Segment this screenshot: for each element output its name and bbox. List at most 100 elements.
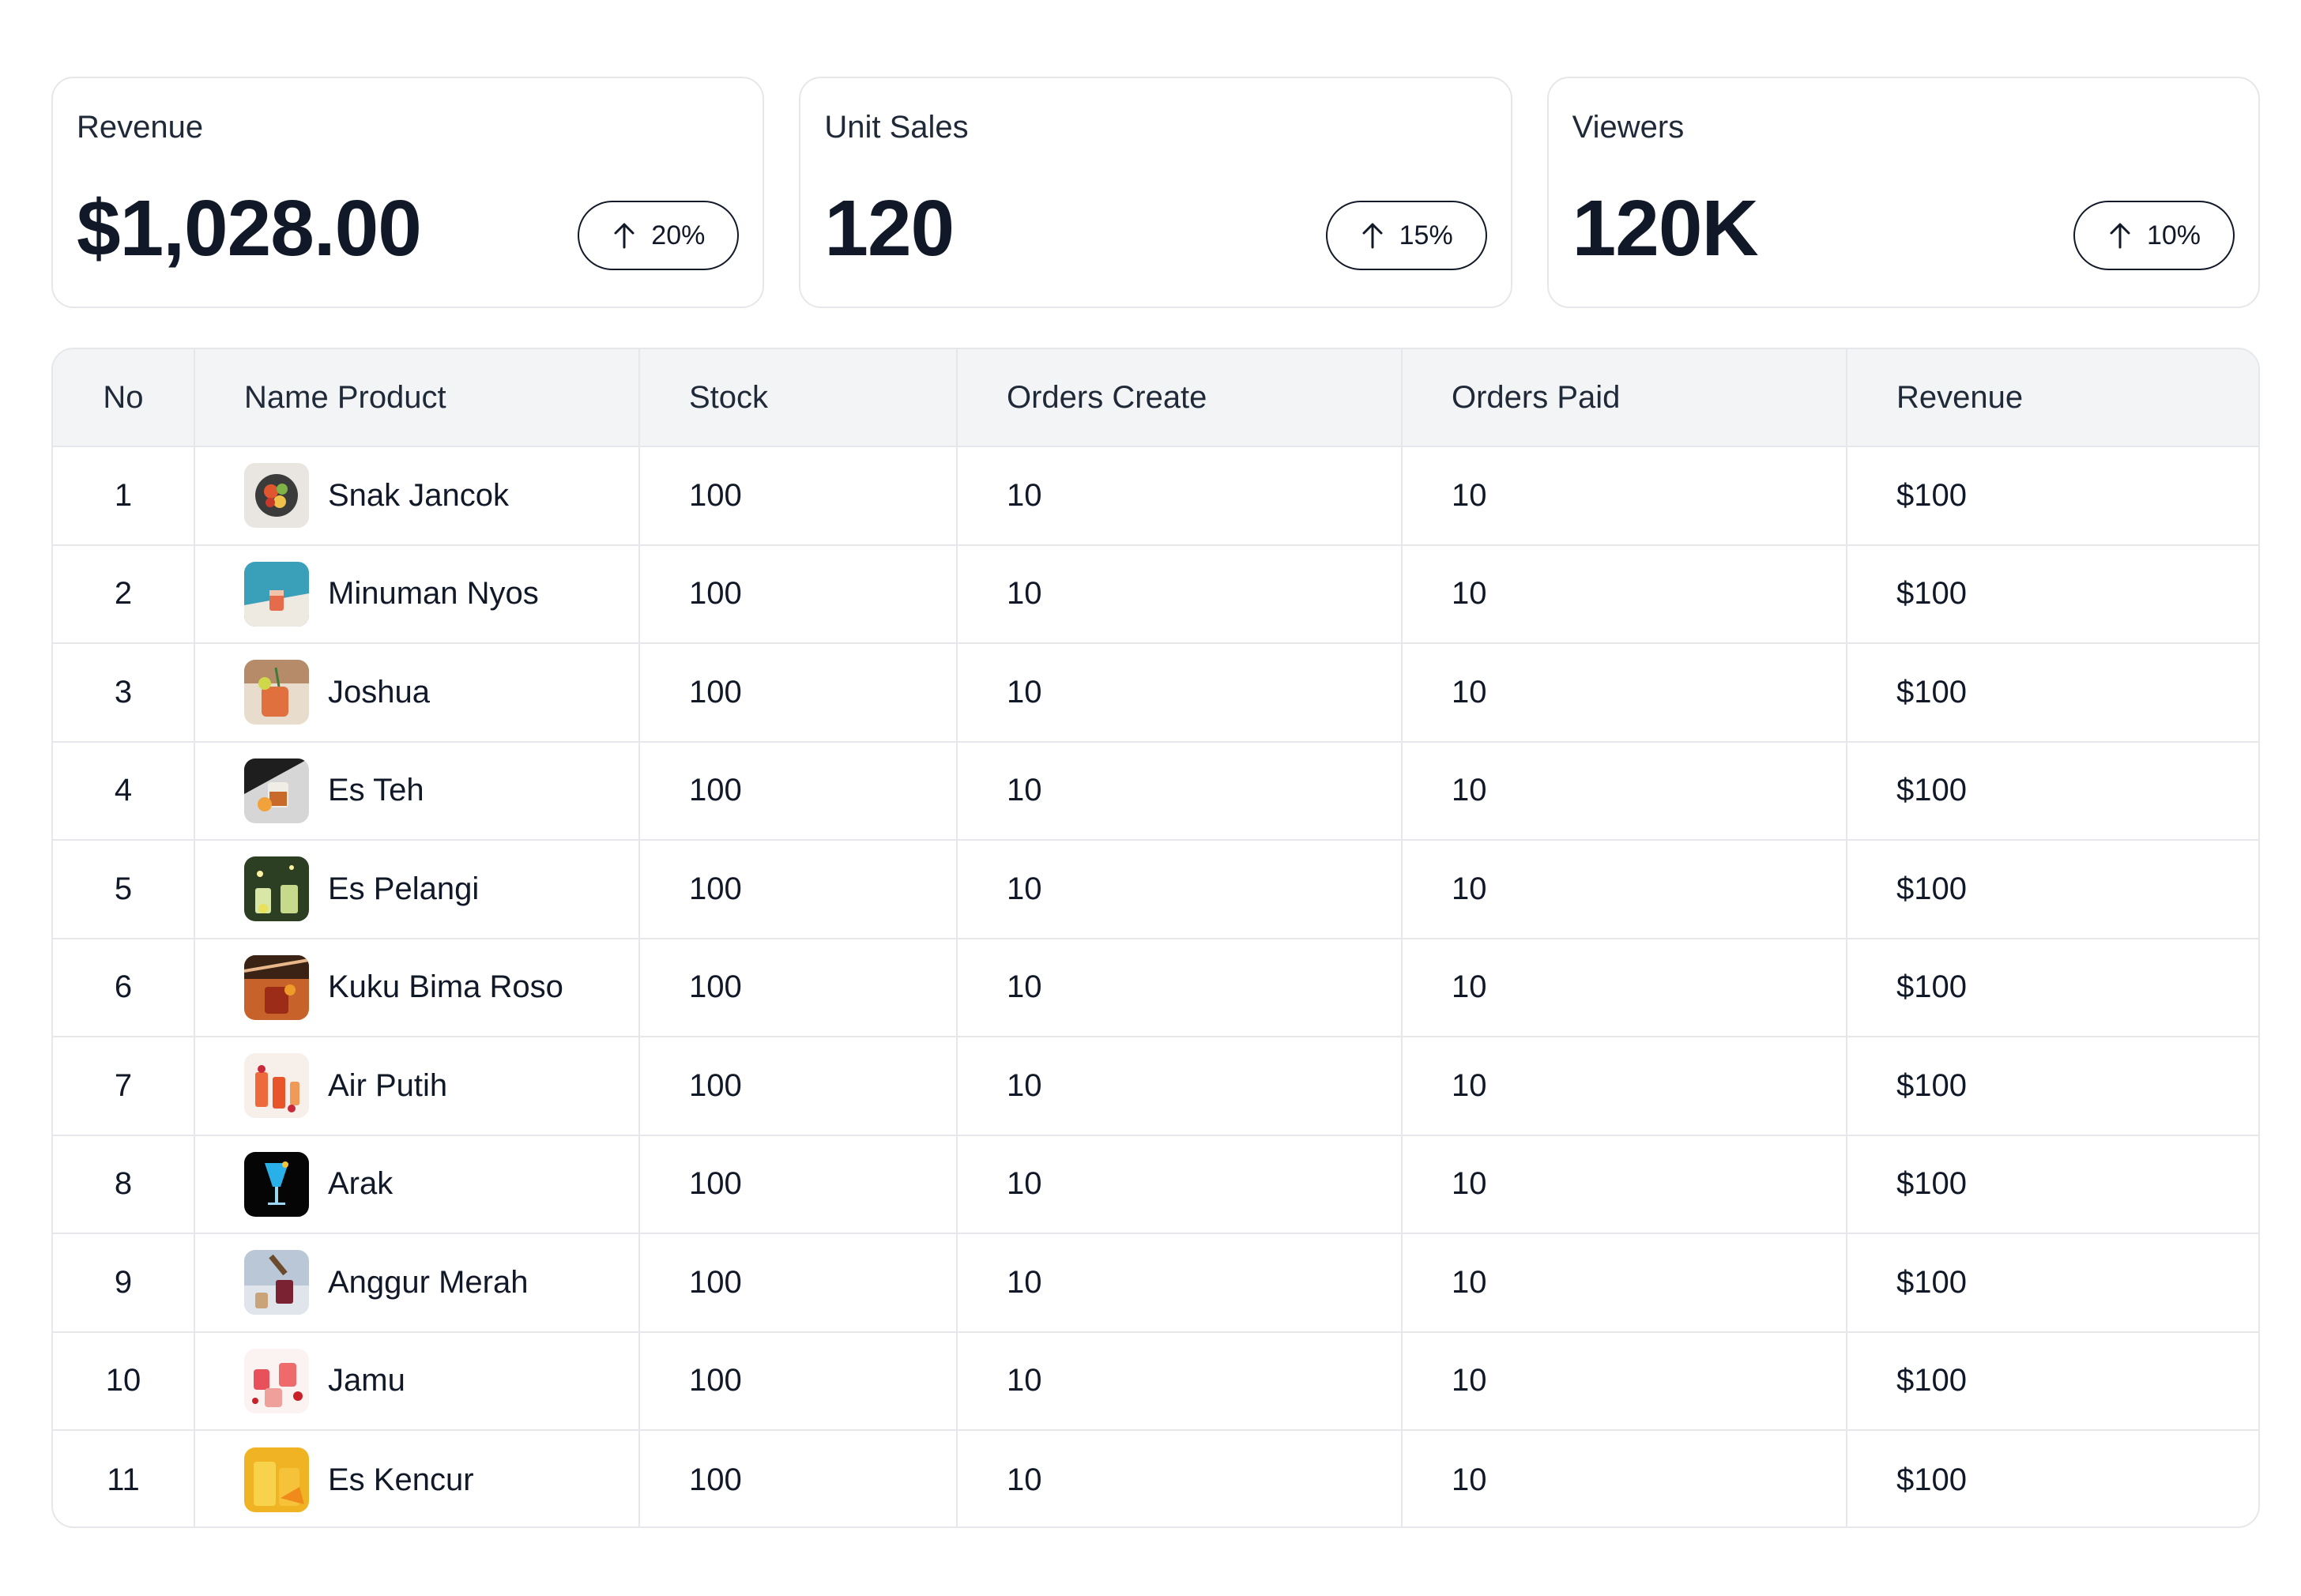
cell-no: 2 (53, 545, 195, 642)
stat-card-viewers: Viewers 120K 10% (1546, 77, 2260, 308)
table-row[interactable]: 1 Snak Jancok 100 10 10 $100 (53, 447, 2258, 546)
cell-orders-paid: 10 (1403, 742, 1847, 839)
product-thumbnail (244, 561, 309, 627)
cell-orders-paid: 10 (1403, 644, 1847, 741)
trend-badge: 20% (578, 201, 740, 270)
arrow-up-icon (1362, 223, 1383, 249)
cell-orders-create: 10 (958, 1234, 1403, 1331)
stat-value: 120K (1572, 184, 1759, 273)
table-row[interactable]: 5 Es Pelangi 100 10 10 $100 (53, 841, 2258, 939)
cell-name-product: Arak (195, 1135, 640, 1233)
table-row[interactable]: 7 Air Putih 100 10 10 $100 (53, 1037, 2258, 1136)
cell-stock: 100 (640, 1135, 958, 1233)
product-name: Es Teh (328, 773, 424, 808)
product-name: Joshua (328, 674, 430, 710)
header-name-product[interactable]: Name Product (195, 349, 640, 446)
cell-name-product: Jamu (195, 1332, 640, 1429)
stat-label: Unit Sales (824, 110, 969, 145)
table-row[interactable]: 11 Es Kencur 100 10 10 $100 (53, 1431, 2258, 1526)
cell-orders-paid: 10 (1403, 841, 1847, 938)
cell-revenue: $100 (1896, 871, 1967, 906)
trend-badge: 10% (2073, 201, 2235, 270)
cell-orders-create: 10 (958, 644, 1403, 741)
product-thumbnail (244, 1053, 309, 1119)
table-row[interactable]: 6 Kuku Bima Roso 100 10 10 $100 (53, 939, 2258, 1037)
cell-orders-paid: 10 (1403, 1037, 1847, 1135)
cell-name-product: Kuku Bima Roso (195, 939, 640, 1036)
cell-revenue: $100 (1896, 674, 1967, 710)
product-name: Anggur Merah (328, 1264, 529, 1300)
arrow-up-icon (2110, 223, 2130, 249)
table-row[interactable]: 3 Joshua 100 10 10 $100 (53, 644, 2258, 743)
cell-revenue: $100 (1896, 1462, 1967, 1497)
table-header: No Name Product Stock Orders Create Orde… (53, 349, 2258, 447)
product-table: No Name Product Stock Orders Create Orde… (51, 348, 2260, 1528)
cell-stock: 100 (640, 1332, 958, 1429)
cell-revenue: $100 (1896, 1067, 1967, 1103)
product-name: Arak (328, 1166, 394, 1202)
cell-orders-create: 10 (958, 1037, 1403, 1135)
product-name: Kuku Bima Roso (328, 969, 563, 1005)
stat-card-unit-sales: Unit Sales 120 15% (799, 77, 1512, 308)
stat-value: $1,028.00 (77, 184, 422, 273)
table-row[interactable]: 2 Minuman Nyos 100 10 10 $100 (53, 545, 2258, 644)
trend-value: 15% (1399, 220, 1453, 250)
cell-stock: 100 (640, 1431, 958, 1526)
product-name: Jamu (328, 1363, 405, 1398)
cell-orders-create: 10 (958, 447, 1403, 544)
cell-no: 8 (53, 1135, 195, 1233)
product-thumbnail (244, 1250, 309, 1316)
product-name: Snak Jancok (328, 477, 510, 513)
cell-revenue: $100 (1896, 1166, 1967, 1202)
cell-name-product: Snak Jancok (195, 447, 640, 544)
product-thumbnail (244, 1151, 309, 1217)
cell-revenue: $100 (1896, 773, 1967, 808)
arrow-up-icon (614, 223, 635, 249)
cell-revenue: $100 (1896, 969, 1967, 1005)
cell-no: 11 (53, 1431, 195, 1526)
cell-no: 5 (53, 841, 195, 938)
header-no[interactable]: No (53, 349, 195, 446)
product-name: Es Kencur (328, 1462, 474, 1497)
cell-revenue: $100 (1896, 1363, 1967, 1398)
trend-value: 20% (651, 220, 706, 250)
product-thumbnail (244, 954, 309, 1020)
cell-name-product: Air Putih (195, 1037, 640, 1135)
cell-name-product: Minuman Nyos (195, 545, 640, 642)
cell-no: 1 (53, 447, 195, 544)
stat-label: Viewers (1572, 110, 1685, 145)
product-name: Air Putih (328, 1067, 448, 1103)
cell-name-product: Joshua (195, 644, 640, 741)
table-row[interactable]: 8 Arak 100 10 10 $100 (53, 1135, 2258, 1234)
cell-no: 10 (53, 1332, 195, 1429)
header-revenue[interactable]: Revenue (1847, 349, 2258, 446)
stats-row: Revenue $1,028.00 20% Unit Sales 120 15%… (51, 77, 2260, 308)
header-orders-create[interactable]: Orders Create (958, 349, 1403, 446)
cell-orders-paid: 10 (1403, 1431, 1847, 1526)
product-thumbnail (244, 660, 309, 725)
table-row[interactable]: 10 Jamu 100 10 10 $100 (53, 1332, 2258, 1431)
cell-no: 7 (53, 1037, 195, 1135)
cell-orders-paid: 10 (1403, 545, 1847, 642)
product-name: Minuman Nyos (328, 576, 539, 612)
cell-orders-create: 10 (958, 939, 1403, 1036)
table-row[interactable]: 9 Anggur Merah 100 10 10 $100 (53, 1234, 2258, 1333)
cell-orders-paid: 10 (1403, 1332, 1847, 1429)
cell-no: 4 (53, 742, 195, 839)
cell-stock: 100 (640, 545, 958, 642)
stat-label: Revenue (77, 110, 204, 145)
cell-revenue: $100 (1896, 576, 1967, 612)
table-row[interactable]: 4 Es Teh 100 10 10 $100 (53, 742, 2258, 841)
product-thumbnail (244, 1348, 309, 1413)
cell-no: 9 (53, 1234, 195, 1331)
cell-stock: 100 (640, 1037, 958, 1135)
stat-card-revenue: Revenue $1,028.00 20% (51, 77, 765, 308)
cell-stock: 100 (640, 939, 958, 1036)
header-orders-paid[interactable]: Orders Paid (1403, 349, 1847, 446)
product-thumbnail (244, 758, 309, 823)
cell-orders-create: 10 (958, 545, 1403, 642)
cell-stock: 100 (640, 742, 958, 839)
cell-orders-create: 10 (958, 1332, 1403, 1429)
header-stock[interactable]: Stock (640, 349, 958, 446)
cell-name-product: Es Pelangi (195, 841, 640, 938)
